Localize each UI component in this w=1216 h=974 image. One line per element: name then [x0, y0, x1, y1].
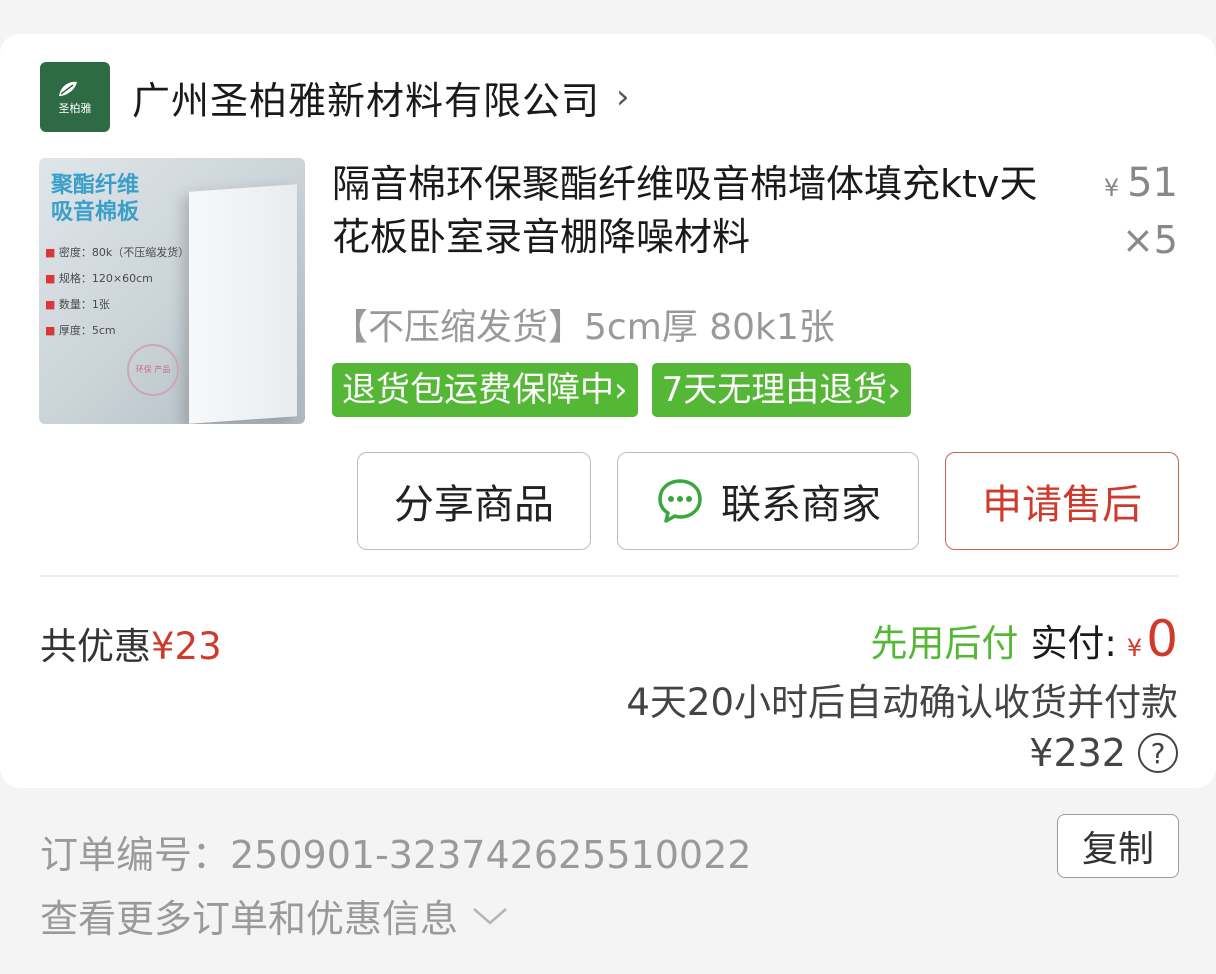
product-image-spec: 规格：120×60cm	[45, 266, 189, 292]
product-title[interactable]: 隔音棉环保聚酯纤维吸音棉墙体填充ktv天花板卧室录音棚降噪材料	[332, 158, 1072, 264]
price-value: 51	[1127, 160, 1178, 206]
share-product-label: 分享商品	[394, 482, 554, 528]
shop-name[interactable]: 广州圣柏雅新材料有限公司	[132, 70, 600, 125]
chat-bubble-icon	[658, 479, 702, 523]
question-circle-icon[interactable]: ?	[1138, 733, 1178, 773]
product-image[interactable]: 聚酯纤维 吸音棉板 密度：80k（不压缩发货） 规格：120×60cm 数量：1…	[39, 158, 305, 424]
more-info-label: 查看更多订单和优惠信息	[40, 897, 459, 941]
total-row: ¥232 ?	[1029, 731, 1178, 775]
product-image-title: 聚酯纤维 吸音棉板	[51, 172, 139, 226]
discount-summary: 共优惠¥23	[40, 616, 222, 670]
discount-label: 共优惠	[40, 625, 151, 668]
divider	[40, 575, 1178, 577]
product-panel-graphic	[189, 184, 297, 424]
service-tags: 退货包运费保障中› 7天无理由退货›	[332, 363, 925, 417]
copy-label: 复制	[1081, 829, 1154, 870]
paid-label: 实付:	[1030, 622, 1117, 665]
contact-seller-label: 联系商家	[721, 482, 881, 528]
share-product-button[interactable]: 分享商品	[357, 452, 591, 550]
shop-logo-text: 圣柏雅	[58, 102, 92, 115]
product-image-specs: 密度：80k（不压缩发货） 规格：120×60cm 数量：1张 厚度：5cm	[45, 240, 189, 344]
apply-after-sale-button[interactable]: 申请售后	[945, 452, 1179, 550]
apply-after-sale-label: 申请售后	[982, 482, 1142, 528]
tag-return-shipping[interactable]: 退货包运费保障中›	[332, 363, 638, 417]
pay-later-label: 先用后付	[870, 622, 1019, 665]
shop-header[interactable]: 圣柏雅 广州圣柏雅新材料有限公司 ›	[40, 62, 630, 132]
price-symbol: ¥	[1103, 174, 1120, 202]
order-number: 订单编号：250901-323742625510022	[40, 833, 752, 877]
order-card: 圣柏雅 广州圣柏雅新材料有限公司 › 聚酯纤维 吸音棉板 密度：80k（不压缩发…	[0, 34, 1216, 788]
paid-amount: 0	[1146, 610, 1178, 668]
product-image-title-line2: 吸音棉板	[51, 200, 140, 225]
auto-confirm-notice: 4天20小时后自动确认收货并付款	[626, 681, 1178, 724]
chevron-down-icon	[473, 907, 507, 925]
copy-button[interactable]: 复制	[1057, 814, 1179, 878]
chevron-right-icon[interactable]: ›	[616, 77, 630, 117]
product-price: ¥51	[1104, 160, 1178, 206]
more-order-info-toggle[interactable]: 查看更多订单和优惠信息	[40, 888, 510, 943]
payment-row: 先用后付 实付: ¥ 0	[870, 610, 1178, 668]
eco-seal: 环保 产品	[127, 344, 179, 396]
shop-logo: 圣柏雅	[40, 62, 110, 132]
total-amount: ¥232	[1029, 731, 1126, 775]
tag-7day-return[interactable]: 7天无理由退货›	[651, 363, 911, 417]
product-image-spec: 密度：80k（不压缩发货）	[45, 240, 189, 266]
product-quantity: ×5	[1121, 218, 1178, 262]
product-spec: 【不压缩发货】5cm厚 80k1张	[332, 307, 835, 348]
discount-amount: ¥23	[151, 625, 222, 668]
product-image-spec: 厚度：5cm	[45, 318, 189, 344]
contact-seller-button[interactable]: 联系商家	[617, 452, 919, 550]
leaf-icon	[59, 81, 77, 96]
paid-symbol: ¥	[1126, 634, 1143, 662]
product-image-title-line1: 聚酯纤维	[51, 173, 140, 198]
product-image-spec: 数量：1张	[45, 292, 189, 318]
